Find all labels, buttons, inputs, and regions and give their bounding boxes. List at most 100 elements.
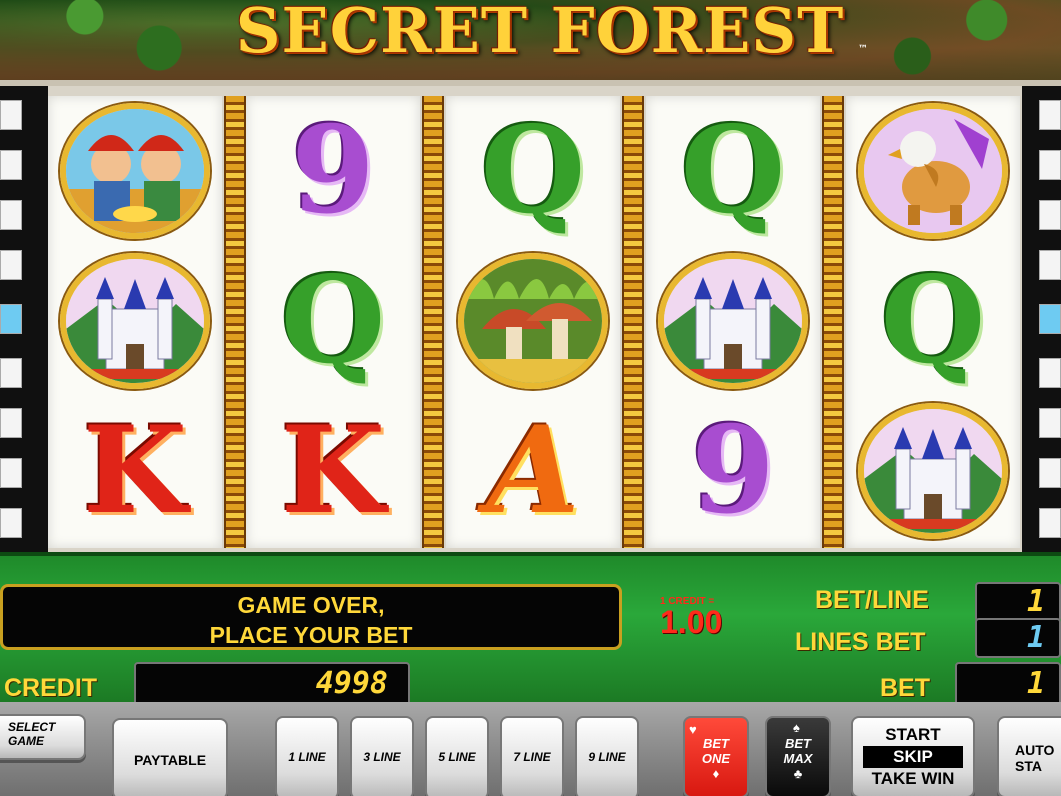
symbol-griffin-icon (846, 96, 1020, 246)
bet-value: 1 (955, 662, 1061, 706)
symbol-mushrooms-icon (446, 246, 620, 396)
3-line-label: 3 LINE (363, 750, 401, 764)
symbol-letter-A: A (446, 396, 620, 546)
7-line-button[interactable]: 7 LINE (500, 716, 564, 796)
payline-marker (0, 150, 22, 180)
symbol-letter: Q (680, 100, 786, 241)
skip-label: SKIP (863, 746, 963, 768)
5-line-button[interactable]: 5 LINE (425, 716, 489, 796)
symbol-letter-K: K (48, 396, 222, 546)
griffin-medallion (858, 103, 1008, 239)
slot-machine: SECRET FOREST ™ K 9QK Q A Q 9 Q GAME OVE… (0, 0, 1061, 796)
heart-icon: ♥ (689, 722, 697, 737)
mushrooms-medallion (458, 253, 608, 389)
start-label: START (885, 725, 941, 744)
payline-marker-active (1039, 304, 1061, 334)
game-header: SECRET FOREST ™ (0, 0, 1061, 80)
symbol-castle-icon (646, 246, 820, 396)
symbol-letter-Q: Q (246, 246, 420, 396)
select-game-button[interactable]: SELECT GAME (0, 714, 86, 760)
reel-3: QA (446, 96, 620, 548)
bet-one-label-1: BET (703, 736, 729, 751)
symbol-letter-9: 9 (646, 396, 820, 546)
symbol-letter: Q (480, 100, 586, 241)
payline-marker (0, 508, 22, 538)
bet-one-button[interactable]: ♥ BET ONE ♦ (683, 716, 749, 796)
paytable-button[interactable]: PAYTABLE (112, 718, 228, 796)
reel-divider (422, 96, 444, 548)
reel-divider (224, 96, 246, 548)
message-line-2: PLACE YOUR BET (209, 622, 413, 648)
reel-divider (622, 96, 644, 548)
payline-marker (1039, 250, 1061, 280)
payline-marker (0, 100, 22, 130)
bet-label: BET (880, 674, 930, 702)
1-line-button[interactable]: 1 LINE (275, 716, 339, 796)
payline-marker (1039, 358, 1061, 388)
spade-icon: ♠ (793, 720, 800, 735)
bet-max-label-2: MAX (783, 751, 813, 766)
symbol-letter-K: K (246, 396, 420, 546)
lines-bet-value: 1 (975, 618, 1061, 658)
game-title: SECRET FOREST (235, 0, 845, 67)
payline-marker (0, 408, 22, 438)
symbol-letter-Q: Q (846, 246, 1020, 396)
info-panel: GAME OVER, PLACE YOUR BET 1 CREDIT = 1.0… (0, 552, 1061, 706)
diamond-icon: ♦ (712, 766, 720, 781)
autostart-label-2: STA (1015, 758, 1042, 774)
symbol-letter: K (280, 400, 386, 541)
3-line-button[interactable]: 3 LINE (350, 716, 414, 796)
message-line-1: GAME OVER, (237, 592, 385, 618)
payline-markers-right (1022, 86, 1061, 552)
start-button[interactable]: START SKIP TAKE WIN (851, 716, 975, 796)
payline-marker (1039, 200, 1061, 230)
symbol-letter-Q: Q (646, 96, 820, 246)
7-line-label: 7 LINE (513, 750, 551, 764)
symbol-castle-icon (48, 246, 222, 396)
symbol-letter: A (486, 400, 580, 541)
reel-4: Q9 (646, 96, 820, 548)
bet-per-line-value: 1 (975, 582, 1061, 622)
symbol-letter: 9 (691, 400, 775, 541)
castle-medallion (60, 253, 210, 389)
reel-divider (822, 96, 844, 548)
reel-area: K 9QK QA Q9 Q (0, 80, 1061, 552)
bet-max-button[interactable]: ♠ BET MAX ♣ (765, 716, 831, 796)
castle-medallion (658, 253, 808, 389)
symbol-letter: K (82, 400, 188, 541)
gnomes-medallion (60, 103, 210, 239)
castle-medallion (858, 403, 1008, 539)
payline-marker (0, 200, 22, 230)
payline-marker (1039, 408, 1061, 438)
symbol-letter: 9 (291, 100, 375, 241)
9-line-button[interactable]: 9 LINE (575, 716, 639, 796)
symbol-letter: Q (880, 250, 986, 391)
payline-marker (0, 358, 22, 388)
1-line-label: 1 LINE (288, 750, 326, 764)
payline-marker (0, 250, 22, 280)
select-game-label-1: SELECT (8, 720, 56, 734)
select-game-label-2: GAME (8, 734, 44, 748)
autostart-button[interactable]: AUTO STA (997, 716, 1061, 796)
autostart-label-1: AUTO (1015, 742, 1055, 758)
message-display: GAME OVER, PLACE YOUR BET (0, 584, 622, 650)
symbol-letter: Q (280, 250, 386, 391)
payline-markers-left (0, 86, 48, 552)
trademark-mark: ™ (858, 44, 868, 55)
lines-bet-label: LINES BET (795, 628, 926, 656)
paytable-label: PAYTABLE (133, 752, 207, 768)
payline-marker (1039, 508, 1061, 538)
symbol-gnomes-icon (48, 96, 222, 246)
payline-marker-active (0, 304, 22, 334)
credit-label: CREDIT (4, 674, 98, 702)
take-win-label: TAKE WIN (871, 769, 955, 788)
credit-amount: 4998 (134, 662, 410, 706)
reel-1: K (48, 96, 222, 548)
payline-marker (0, 458, 22, 488)
payline-marker (1039, 100, 1061, 130)
reel-5: Q (846, 96, 1020, 548)
symbol-letter-9: 9 (246, 96, 420, 246)
reel-2: 9QK (246, 96, 420, 548)
bet-per-line-label: BET/LINE (815, 586, 929, 614)
5-line-label: 5 LINE (438, 750, 476, 764)
